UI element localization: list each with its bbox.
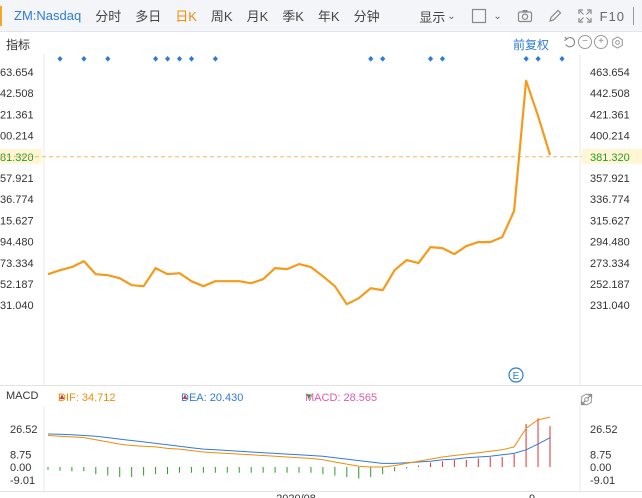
price-tick-label: 400.214 xyxy=(590,131,630,143)
macd-left-axis: 26.52 8.750.00-9.01 xyxy=(10,424,38,487)
x-tick-label: 2020/08 xyxy=(276,493,316,498)
tab-weekly-k[interactable]: 周K xyxy=(211,6,233,25)
dif-series-line xyxy=(47,416,551,468)
dea-text: DEA: 20.430 xyxy=(181,392,244,404)
dif-text: DIF: 34.712 xyxy=(58,392,116,404)
tab-intraday[interactable]: 分时 xyxy=(95,6,121,25)
tab-monthly-k[interactable]: 月K xyxy=(247,6,269,25)
price-tick-label: 315.627 xyxy=(590,215,630,227)
tab-quarterly-k[interactable]: 季K xyxy=(282,6,304,25)
macd-settings-icon[interactable] xyxy=(578,391,594,407)
chevron-down-icon: ⌄ xyxy=(447,10,456,22)
price-tick-label: 381.320 xyxy=(590,152,630,164)
macd-right-axis: 26.52 8.750.00-9.01 xyxy=(590,424,618,487)
price-tick-label-left: 52.187 xyxy=(0,279,34,291)
price-chart[interactable]: 63.654 42.508 21.361 00.214 81.320 57.921 36.7… xyxy=(0,54,642,386)
tab-multiday[interactable]: 多日 xyxy=(135,6,161,25)
settings-icon[interactable] xyxy=(610,35,624,49)
macd-tick-label-left: -9.01 xyxy=(10,475,35,487)
fullscreen-icon[interactable] xyxy=(576,7,594,25)
top-toolbar: ZM:Nasdaq 分时 多日 日K 周K 月K 季K 年K 分钟 显示 ⌄ ⌄… xyxy=(0,0,642,32)
adjust-dropdown[interactable]: 前复权 xyxy=(513,36,549,53)
price-tick-label-left: 63.654 xyxy=(0,67,34,79)
price-tick-label: 463.654 xyxy=(590,67,630,79)
price-chart-bg xyxy=(0,54,642,386)
zoom-out-icon[interactable]: − xyxy=(578,35,592,49)
macd-chart[interactable]: 26.528.750.00-9.01 26.528.750.00-9.01 20… xyxy=(0,406,642,498)
macd-tick-label: -9.01 xyxy=(590,475,615,487)
price-tick-label: 231.040 xyxy=(590,300,630,312)
price-tick-label-left: 36.774 xyxy=(0,194,34,206)
macd-tick-label-left: 8.75 xyxy=(10,449,31,461)
checkbox-icon[interactable] xyxy=(470,7,488,25)
indicator-button[interactable]: 指标 xyxy=(6,36,30,53)
zoom-in-icon[interactable]: + xyxy=(594,35,608,49)
dea-series-line xyxy=(47,433,551,464)
indicator-row: 指标 前复权 − + xyxy=(0,32,642,54)
price-tick-label: 252.187 xyxy=(590,279,630,291)
camera-icon[interactable] xyxy=(516,7,534,25)
macd-tick-label-left: 0.00 xyxy=(10,462,31,474)
tab-minute[interactable]: 分钟 xyxy=(354,6,380,25)
macd-tick-label: 0.00 xyxy=(590,462,611,474)
macd-tick-label: 26.52 xyxy=(590,424,618,436)
price-tick-label: 421.361 xyxy=(590,109,630,121)
display-dropdown[interactable]: 显示 ⌄ xyxy=(419,7,455,26)
price-tick-label: 336.774 xyxy=(590,194,630,206)
macd-trend-icon: ▼ xyxy=(305,392,313,401)
x-tick-label: 9 xyxy=(529,493,535,498)
macd-title[interactable]: MACD xyxy=(6,390,38,402)
price-tick-label-left: 42.508 xyxy=(0,88,34,100)
price-tick-label-left: 81.320 xyxy=(0,152,34,164)
macd-tick-label: 8.75 xyxy=(590,449,611,461)
price-tick-label-left: 15.627 xyxy=(0,215,34,227)
macd-text: MACD: 28.565 xyxy=(305,392,378,404)
toolbar-edge-marker xyxy=(0,5,2,26)
toolbar-right-group: 显示 ⌄ ⌄ F10 xyxy=(419,0,642,32)
x-axis-ticks: 2020/08 9 xyxy=(276,493,535,498)
macd-tick-label-left: 26.52 xyxy=(10,424,38,436)
macd-histogram xyxy=(47,418,551,479)
price-tick-label-left: 00.214 xyxy=(0,131,34,143)
svg-text:E: E xyxy=(513,371,520,382)
tab-yearly-k[interactable]: 年K xyxy=(318,6,340,25)
event-e-icon[interactable]: E xyxy=(508,367,524,383)
chevron-down-icon[interactable]: ⌄ xyxy=(493,7,501,25)
price-tick-label-left: 57.921 xyxy=(0,173,34,185)
price-tick-label-left: 73.334 xyxy=(0,258,34,270)
price-tick-label-left: 94.480 xyxy=(0,237,34,249)
price-tick-label: 273.334 xyxy=(590,258,630,270)
price-tick-label-left: 21.361 xyxy=(0,109,34,121)
price-tick-label: 357.921 xyxy=(590,173,630,185)
macd-grid xyxy=(0,406,642,492)
price-tick-label: 294.480 xyxy=(590,237,630,249)
display-label: 显示 xyxy=(419,9,446,25)
symbol-label[interactable]: ZM:Nasdaq xyxy=(14,8,81,23)
tab-daily-k[interactable]: 日K xyxy=(175,6,197,25)
f10-button[interactable]: F10 xyxy=(600,9,625,24)
toolbar-right-edge xyxy=(633,7,634,25)
dif-trend-icon: ▲ xyxy=(58,392,66,401)
pen-icon[interactable] xyxy=(546,7,564,25)
dea-trend-icon: ▲ xyxy=(181,392,189,401)
chart-controls: − + xyxy=(562,35,626,49)
reset-icon[interactable] xyxy=(562,35,576,49)
macd-header: MACD DIF: 34.712 ▲ DEA: 20.430 ▲ MACD: 2… xyxy=(0,388,642,406)
price-tick-label: 442.508 xyxy=(590,88,630,100)
price-tick-label-left: 31.040 xyxy=(0,300,34,312)
